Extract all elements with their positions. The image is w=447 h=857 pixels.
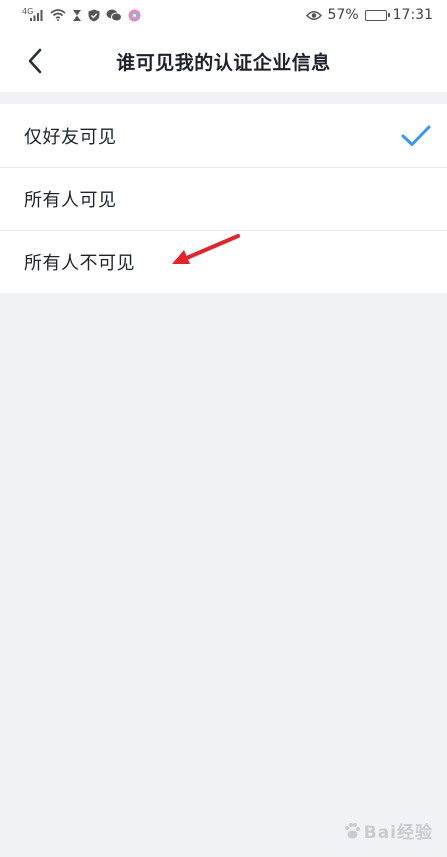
option-nobody[interactable]: 所有人不可见 (0, 230, 447, 293)
status-bar-right: 57% 17:31 (305, 7, 433, 23)
navigation-bar: 谁可见我的认证企业信息 (0, 30, 447, 92)
app-notification-icon (128, 9, 141, 22)
option-everyone[interactable]: 所有人可见 (0, 167, 447, 230)
shield-icon (88, 9, 100, 22)
watermark: Bai经验 (343, 818, 433, 843)
status-bar-left: 4G (22, 6, 141, 22)
visibility-options-list: 仅好友可见 所有人可见 所有人不可见 (0, 104, 447, 293)
clock: 17:31 (392, 7, 433, 23)
back-button[interactable] (18, 44, 52, 78)
hourglass-icon (72, 9, 82, 22)
chevron-left-icon (28, 48, 42, 74)
option-label: 所有人不可见 (24, 253, 135, 274)
option-label: 仅好友可见 (24, 126, 117, 148)
option-label: 所有人可见 (24, 190, 117, 211)
option-friends-only[interactable]: 仅好友可见 (0, 104, 447, 167)
battery-icon (364, 9, 390, 21)
network-type-label: 4G (22, 6, 34, 16)
eye-comfort-icon (305, 10, 322, 21)
battery-percent: 57% (327, 7, 359, 23)
cellular-signal-icon: 4G (22, 6, 44, 21)
wechat-icon (106, 9, 123, 22)
watermark-text: Bai经验 (363, 823, 433, 843)
checkmark-icon (399, 119, 433, 153)
page-title: 谁可见我的认证企业信息 (116, 51, 331, 74)
status-bar: 4G 57% 17:31 (0, 0, 447, 30)
baidu-paw-icon (344, 822, 360, 838)
wifi-icon (50, 9, 66, 21)
